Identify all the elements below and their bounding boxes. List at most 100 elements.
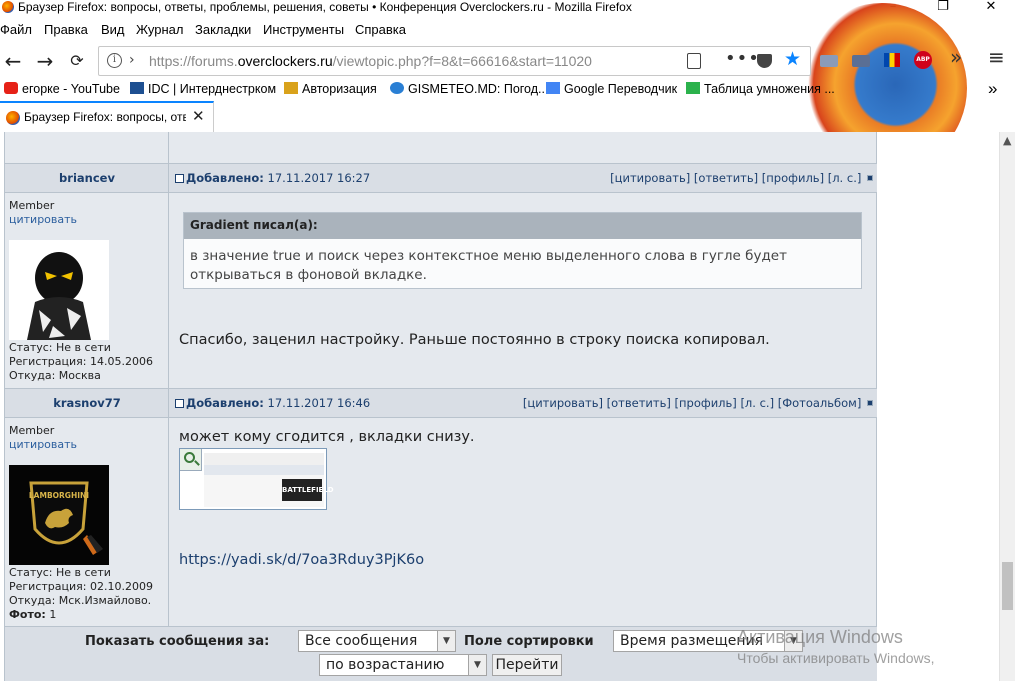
- avatar: [9, 240, 109, 340]
- user-status: Статус: Не в сети: [9, 566, 111, 579]
- pocket-icon[interactable]: [757, 54, 772, 68]
- tab-label: Браузер Firefox: вопросы, отве: [24, 110, 186, 124]
- bookmark-youtube[interactable]: егорке - YouTube: [4, 82, 120, 96]
- post-actions: [цитировать] [ответить] [профиль] [л. с.…: [523, 396, 873, 410]
- tab-active[interactable]: Браузер Firefox: вопросы, отве ✕: [0, 101, 214, 132]
- post-author[interactable]: briancev: [5, 171, 169, 185]
- bookmark-auth[interactable]: Авторизация: [284, 82, 377, 96]
- user-registered: Регистрация: 14.05.2006: [9, 355, 153, 368]
- maximize-button[interactable]: ❐: [921, 0, 965, 16]
- user-registered: Регистрация: 02.10.2009: [9, 580, 153, 593]
- chevron-down-icon: ▼: [437, 631, 455, 651]
- private-message-link[interactable]: [л. с.]: [828, 171, 862, 185]
- menu-view[interactable]: Вид: [101, 22, 125, 37]
- menu-bookmarks[interactable]: Закладки: [195, 22, 251, 37]
- bookmarks-toolbar: егорке - YouTube IDC | Интерднестрком Ав…: [0, 79, 1015, 101]
- quote-link[interactable]: [цитировать]: [610, 171, 690, 185]
- user-status: Статус: Не в сети: [9, 341, 111, 354]
- show-posts-select[interactable]: Все сообщения ▼: [298, 630, 456, 652]
- select-post-icon[interactable]: [867, 400, 873, 406]
- image-thumbnail[interactable]: BATTLEFIELD: [179, 448, 334, 510]
- menu-history[interactable]: Журнал: [136, 22, 183, 37]
- bookmarks-overflow-icon[interactable]: »: [988, 79, 997, 99]
- url-bar[interactable]: i › https://forums.overclockers.ru/viewt…: [98, 46, 811, 76]
- gismeteo-icon: [390, 82, 404, 94]
- post-link[interactable]: https://yadi.sk/d/7oa3Rduy3PjK6o: [179, 552, 424, 568]
- auth-icon: [284, 82, 298, 94]
- post-header: briancev Добавлено: 17.11.2017 16:27 [ци…: [5, 163, 877, 194]
- user-info: Member цитировать: [9, 199, 77, 227]
- hamburger-menu-icon[interactable]: ≡: [988, 45, 1005, 69]
- page-actions-button[interactable]: •••: [725, 48, 760, 69]
- bookmark-multiplication-table[interactable]: Таблица умножения ...: [686, 82, 835, 96]
- sort-direction-select[interactable]: по возрастанию ▼: [319, 654, 487, 676]
- go-button[interactable]: Перейти: [492, 654, 562, 676]
- url-text[interactable]: https://forums.overclockers.ru/viewtopic…: [149, 53, 592, 69]
- close-tab-icon[interactable]: ✕: [192, 107, 205, 125]
- post-text: может кому сгодится , вкладки снизу.: [179, 429, 475, 445]
- scrollbar-thumb[interactable]: [1002, 562, 1013, 610]
- user-stats: Статус: Не в сети Регистрация: 02.10.200…: [9, 566, 153, 622]
- screenshot-preview: BATTLEFIELD: [204, 453, 334, 507]
- user-stats: Статус: Не в сети Регистрация: 14.05.200…: [9, 341, 153, 383]
- user-location: Откуда: Мск.Измайлово.: [9, 594, 152, 607]
- table-icon: [686, 82, 700, 94]
- bookmark-gismeteo[interactable]: GISMETEO.MD: Погод...: [390, 82, 548, 96]
- youtube-icon: [4, 82, 18, 94]
- google-translate-icon: [546, 82, 560, 94]
- profile-link[interactable]: [профиль]: [762, 171, 824, 185]
- overflow-chevron-icon[interactable]: »: [950, 45, 962, 69]
- reply-link[interactable]: [ответить]: [694, 171, 758, 185]
- windows-activation-watermark: Активация Windows Чтобы активировать Win…: [737, 627, 935, 666]
- post-actions: [цитировать] [ответить] [профиль] [л. с.…: [610, 171, 873, 185]
- chevron-down-icon: ▼: [468, 655, 486, 675]
- post-author[interactable]: krasnov77: [5, 396, 169, 410]
- firefox-icon: [2, 1, 14, 13]
- refresh-icon[interactable]: ⟳: [64, 49, 90, 75]
- post-text: Спасибо, заценил настройку. Раньше посто…: [179, 332, 770, 348]
- menu-file[interactable]: Файл: [0, 22, 32, 37]
- bookmark-idc[interactable]: IDC | Интерднестрком: [130, 82, 276, 96]
- cite-user-link[interactable]: цитировать: [9, 213, 77, 227]
- page-scrollbar[interactable]: ▲: [999, 132, 1015, 681]
- menu-help[interactable]: Справка: [355, 22, 406, 37]
- mail-icon[interactable]: [820, 55, 838, 67]
- menu-edit[interactable]: Правка: [44, 22, 88, 37]
- post-icon: [175, 399, 184, 408]
- reply-link[interactable]: [ответить]: [607, 396, 671, 410]
- preview-banner-text: BATTLEFIELD: [282, 479, 334, 501]
- select-post-icon[interactable]: [867, 175, 873, 181]
- profile-link[interactable]: [профиль]: [675, 396, 737, 410]
- window-title: Браузер Firefox: вопросы, ответы, пробле…: [18, 0, 632, 14]
- tab-favicon-icon: [6, 111, 20, 125]
- menu-tools[interactable]: Инструменты: [263, 22, 344, 37]
- private-message-link[interactable]: [л. с.]: [740, 396, 774, 410]
- forward-button[interactable]: →: [32, 49, 58, 75]
- post-header: krasnov77 Добавлено: 17.11.2017 16:46 [ц…: [5, 388, 877, 419]
- quote-link[interactable]: [цитировать]: [523, 396, 603, 410]
- cite-user-link[interactable]: цитировать: [9, 438, 77, 452]
- post-body: Member цитировать Статус: Не в сети Реги…: [5, 193, 877, 388]
- post-meta: Добавлено: 17.11.2017 16:27: [175, 171, 370, 185]
- permissions-arrow-icon[interactable]: ›: [129, 52, 135, 68]
- zoom-icon[interactable]: [180, 449, 202, 471]
- post-icon: [175, 174, 184, 183]
- close-window-button[interactable]: ✕: [969, 0, 1013, 16]
- previous-post-tail: [5, 132, 877, 163]
- bookmark-star-icon[interactable]: ★: [784, 48, 801, 70]
- scroll-up-icon[interactable]: ▲: [1003, 134, 1011, 147]
- bookmark-google-translate[interactable]: Google Переводчик: [546, 82, 677, 96]
- info-icon[interactable]: i: [107, 53, 122, 68]
- quote-author: Gradient писал(а):: [184, 213, 861, 239]
- photo-album-link[interactable]: [Фотоальбом]: [778, 396, 862, 410]
- sort-field-label: Поле сортировки: [464, 634, 594, 649]
- reader-view-icon[interactable]: [687, 53, 701, 69]
- flag-icon[interactable]: [884, 53, 900, 67]
- user-photos: Фото: 1: [9, 608, 57, 621]
- post-body: Member цитировать LAMBORGHINI Статус: Не…: [5, 418, 877, 626]
- mail-open-icon[interactable]: [852, 55, 870, 67]
- adblock-icon[interactable]: ABP: [914, 51, 932, 69]
- page-viewport: briancev Добавлено: 17.11.2017 16:27 [ци…: [0, 132, 999, 681]
- back-button[interactable]: ←: [0, 49, 26, 75]
- avatar: LAMBORGHINI: [9, 465, 109, 565]
